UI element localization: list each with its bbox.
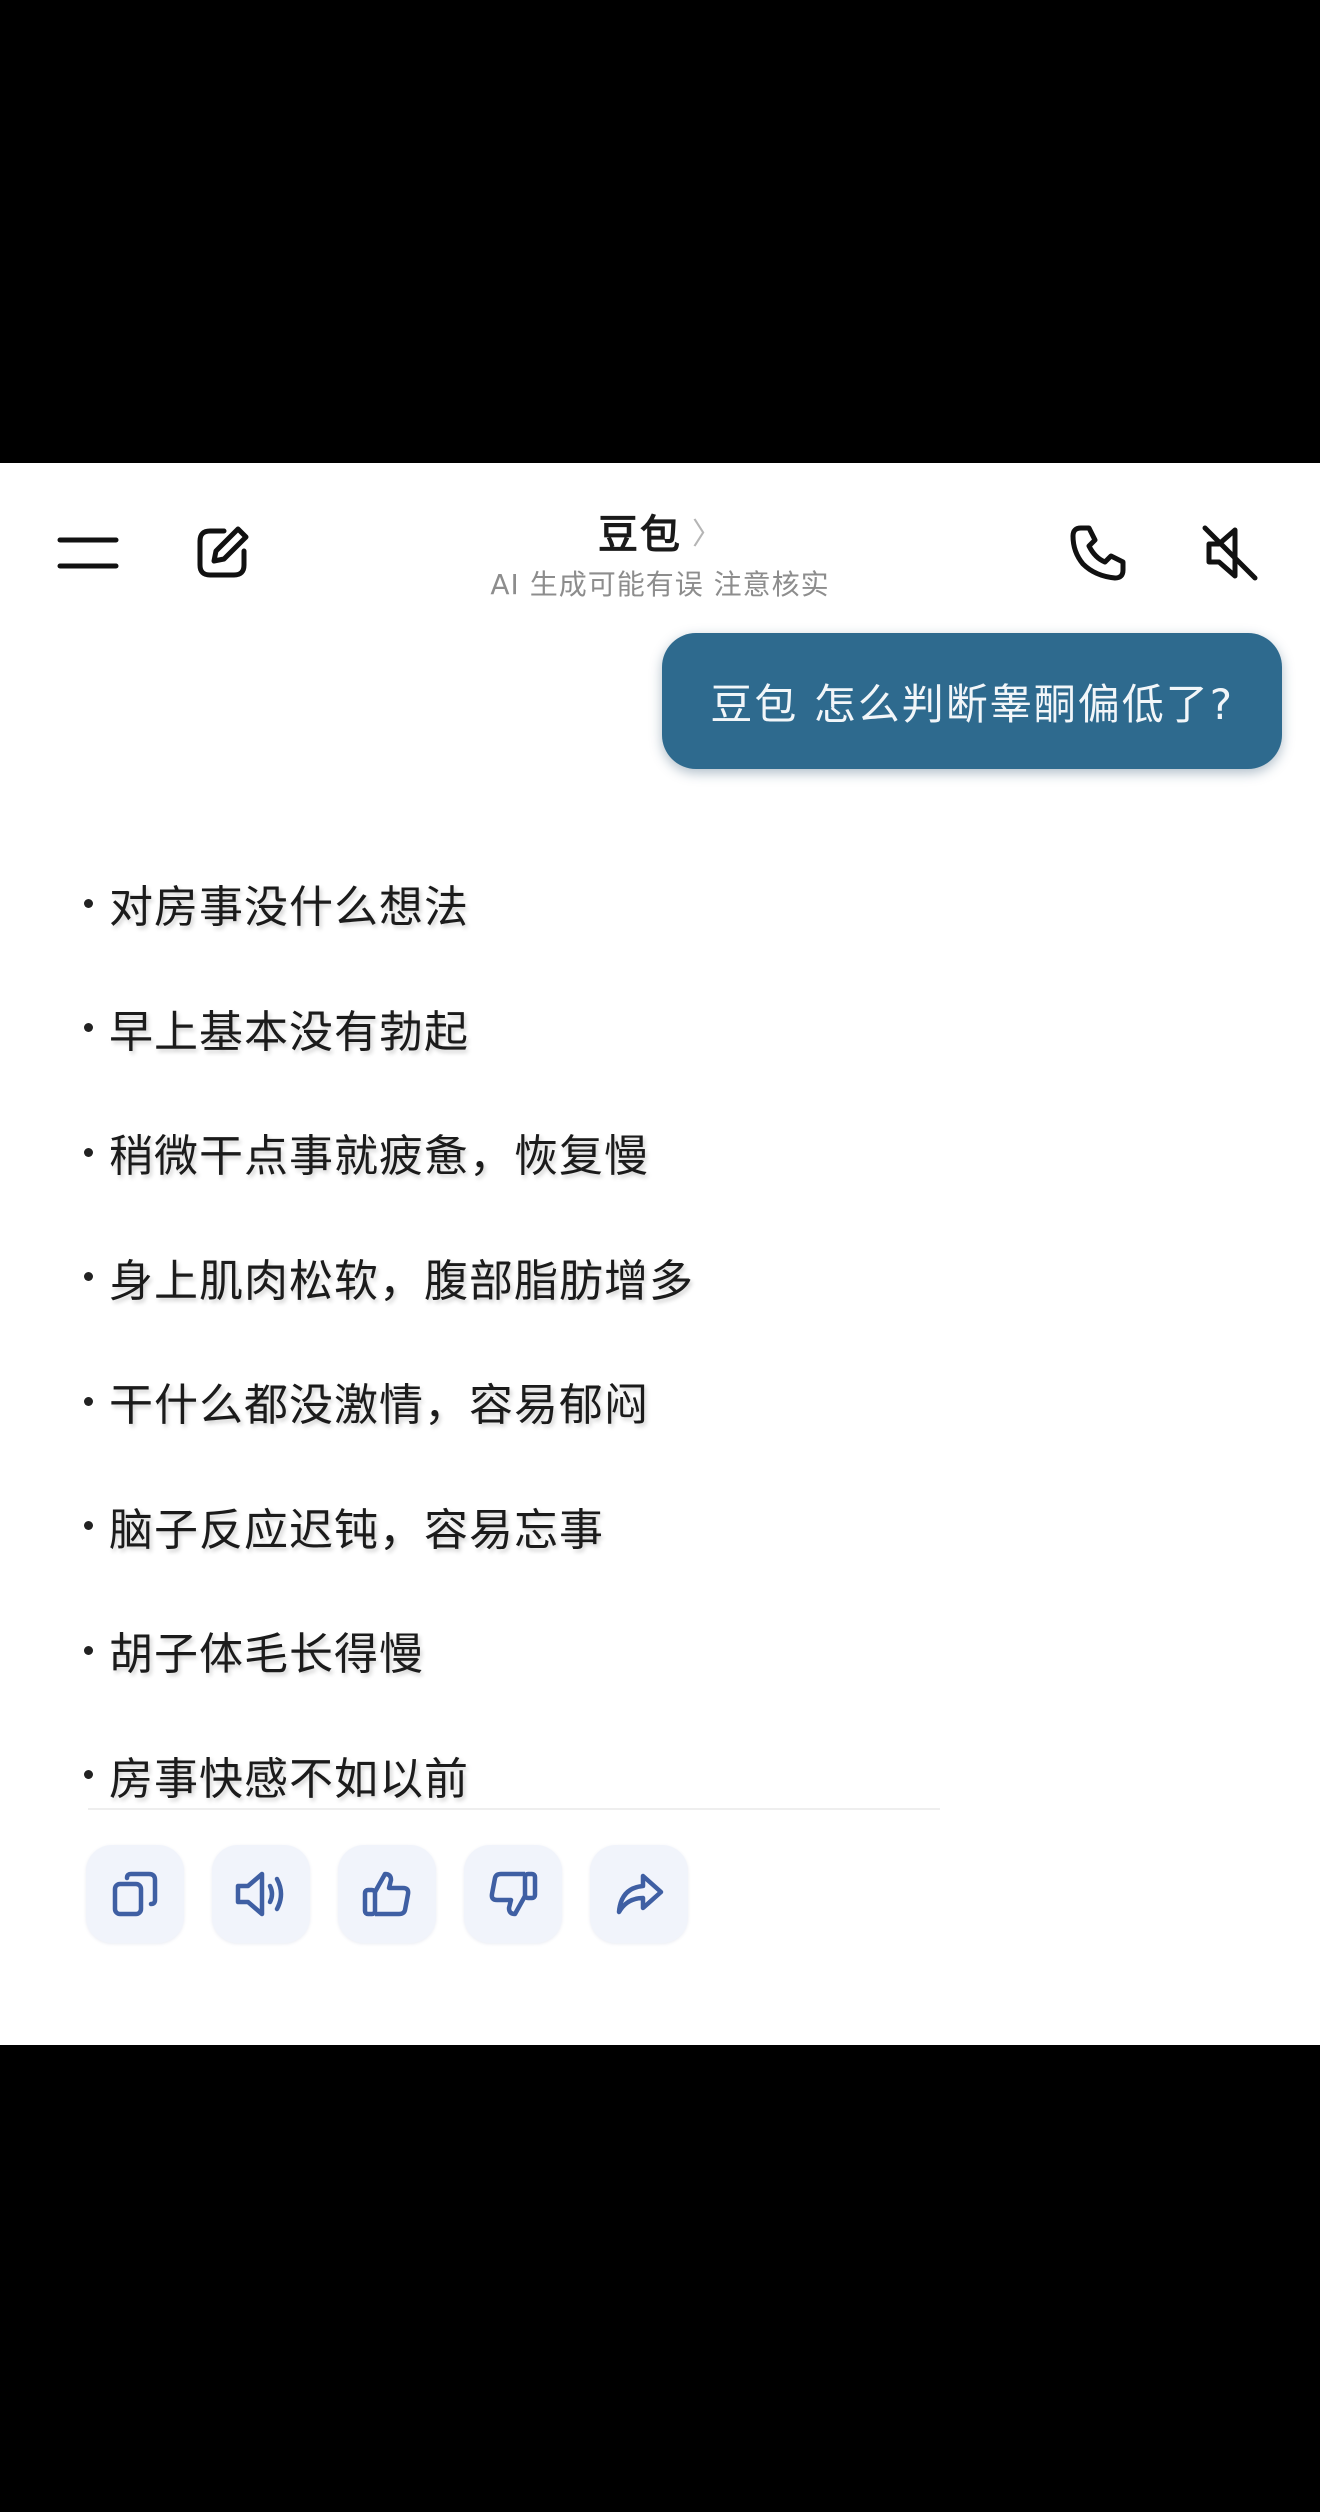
copy-icon [112, 1871, 158, 1917]
copy-button[interactable] [86, 1845, 184, 1943]
list-item: 脑子反应迟钝，容易忘事 [84, 1464, 944, 1589]
list-item: 干什么都没激情，容易郁闷 [84, 1339, 944, 1464]
symptom-list: 对房事没什么想法 早上基本没有勃起 稍微干点事就疲惫，恢复慢 身上肌肉松软，腹部… [84, 841, 944, 1837]
list-item: 对房事没什么想法 [84, 841, 944, 966]
symptom-text: 房事快感不如以前 [109, 1753, 469, 1805]
speaker-muted-icon [1202, 525, 1258, 581]
list-item: 胡子体毛长得慢 [84, 1588, 944, 1713]
chat-title-area[interactable]: 豆包 〉 AI 生成可能有误 注意核实 [360, 503, 960, 603]
bullet-icon [84, 1396, 93, 1406]
symptom-text: 早上基本没有勃起 [109, 1006, 469, 1058]
symptom-text: 干什么都没激情，容易郁闷 [109, 1380, 649, 1432]
bullet-icon [84, 1645, 93, 1655]
thumbs-down-icon [489, 1871, 538, 1917]
list-item: 房事快感不如以前 [84, 1713, 944, 1838]
chevron-right-icon: 〉 [692, 517, 722, 552]
symptom-text: 对房事没什么想法 [109, 882, 469, 934]
divider [88, 1808, 940, 1810]
dislike-button[interactable] [464, 1845, 562, 1943]
chat-screen: 豆包 〉 AI 生成可能有误 注意核实 豆包 怎么判断睾酮偏低了? 对房事没什么… [0, 463, 1320, 2045]
user-message-bubble[interactable]: 豆包 怎么判断睾酮偏低了? [662, 633, 1282, 769]
user-message-text: 豆包 怎么判断睾酮偏低了? [710, 679, 1234, 729]
bullet-icon [84, 1272, 93, 1282]
ai-disclaimer: AI 生成可能有误 注意核实 [490, 568, 830, 601]
read-aloud-button[interactable] [212, 1845, 310, 1943]
share-button[interactable] [590, 1845, 688, 1943]
symptom-text: 脑子反应迟钝，容易忘事 [109, 1504, 604, 1556]
mute-button[interactable] [1190, 513, 1270, 593]
symptom-text: 胡子体毛长得慢 [109, 1629, 424, 1681]
bullet-icon [84, 1521, 93, 1531]
symptom-text: 身上肌肉松软，腹部脂肪增多 [109, 1255, 694, 1307]
list-item: 身上肌肉松软，腹部脂肪增多 [84, 1215, 944, 1340]
list-item: 稍微干点事就疲惫，恢复慢 [84, 1090, 944, 1215]
chat-header: 豆包 〉 AI 生成可能有误 注意核实 [0, 463, 1320, 613]
thumbs-up-icon [362, 1871, 411, 1917]
page-title: 豆包 [598, 512, 682, 558]
bullet-icon [84, 898, 93, 908]
list-item: 早上基本没有勃起 [84, 966, 944, 1091]
bullet-icon [84, 1770, 93, 1780]
menu-icon [57, 537, 119, 569]
bullet-icon [84, 1023, 93, 1033]
share-icon [616, 1873, 664, 1915]
new-chat-button[interactable] [182, 513, 262, 593]
bullet-icon [84, 1147, 93, 1157]
edit-icon [197, 526, 249, 578]
message-actions [86, 1845, 688, 1943]
symptom-text: 稍微干点事就疲惫，恢复慢 [109, 1131, 649, 1183]
like-button[interactable] [338, 1845, 436, 1943]
voice-call-button[interactable] [1058, 513, 1138, 593]
menu-button[interactable] [48, 513, 128, 593]
phone-icon [1070, 525, 1126, 581]
speaker-icon [235, 1871, 284, 1917]
